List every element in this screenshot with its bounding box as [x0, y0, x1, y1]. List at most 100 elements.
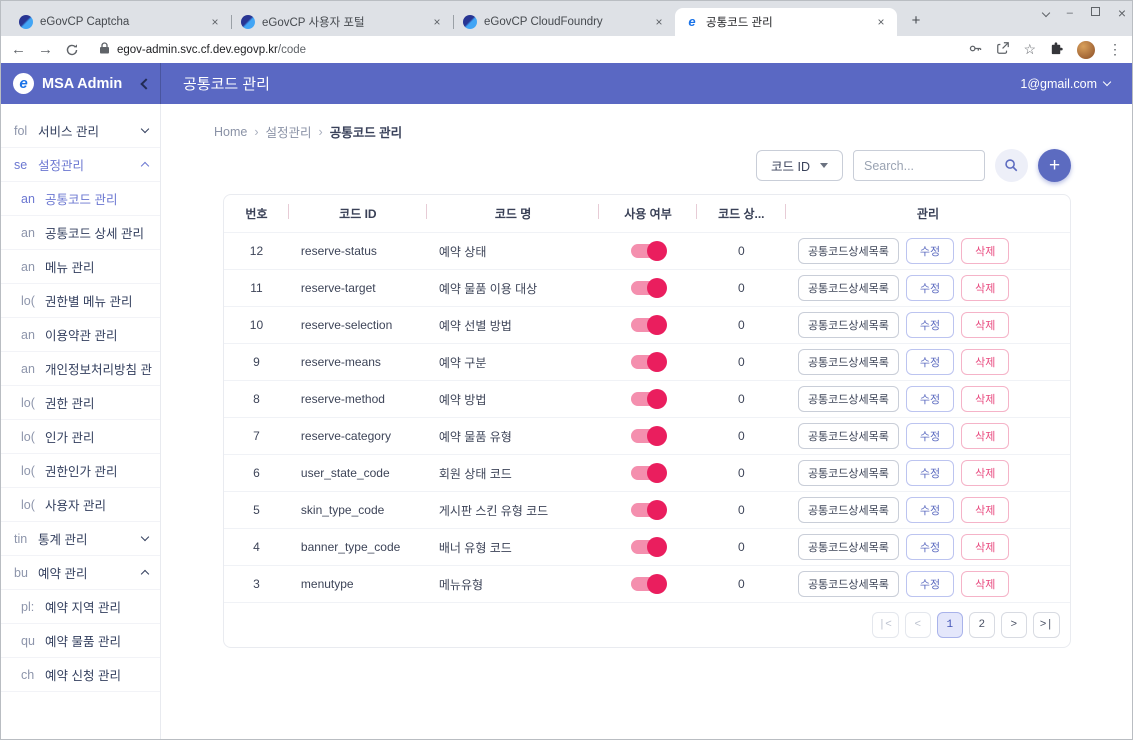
share-icon[interactable]: [996, 41, 1010, 58]
tab-close-icon[interactable]: ×: [651, 14, 667, 30]
search-button[interactable]: [995, 149, 1028, 182]
table-row: 10reserve-selection예약 선별 방법0공통코드상세목록수정삭제: [224, 307, 1070, 344]
next-page-button[interactable]: >: [1001, 612, 1027, 638]
use-toggle-on[interactable]: [631, 503, 664, 517]
browser-tab[interactable]: eGovCP 사용자 포털×: [231, 8, 453, 36]
cell-use-toggle: [599, 418, 696, 455]
delete-button[interactable]: 삭제: [961, 349, 1009, 375]
tab-search-chevron-icon[interactable]: [1043, 7, 1049, 19]
forward-icon[interactable]: →: [38, 41, 53, 58]
detail-list-button[interactable]: 공통코드상세목록: [798, 275, 899, 301]
tab-close-icon[interactable]: ×: [207, 14, 223, 30]
use-toggle-on[interactable]: [631, 355, 664, 369]
lock-icon[interactable]: [99, 42, 110, 57]
cell-no: 3: [224, 566, 289, 603]
sidebar-item-공통코드-상세-관리[interactable]: an공통코드 상세 관리: [1, 216, 160, 250]
delete-button[interactable]: 삭제: [961, 460, 1009, 486]
use-toggle-on[interactable]: [631, 429, 664, 443]
browser-tab[interactable]: eGovCP Captcha×: [9, 8, 231, 36]
page-1-button[interactable]: 1: [937, 612, 963, 638]
delete-button[interactable]: 삭제: [961, 386, 1009, 412]
sidebar-collapse-icon[interactable]: [140, 78, 151, 89]
edit-button[interactable]: 수정: [906, 386, 954, 412]
use-toggle-on[interactable]: [631, 392, 664, 406]
detail-list-button[interactable]: 공통코드상세목록: [798, 497, 899, 523]
sidebar-item-예약-지역-관리[interactable]: pl:예약 지역 관리: [1, 590, 160, 624]
sidebar-item-사용자-관리[interactable]: lo(사용자 관리: [1, 488, 160, 522]
url-text[interactable]: egov-admin.svc.cf.dev.egovp.kr/code: [117, 44, 306, 56]
breadcrumb-home[interactable]: Home: [214, 125, 247, 139]
edit-button[interactable]: 수정: [906, 571, 954, 597]
delete-button[interactable]: 삭제: [961, 534, 1009, 560]
sidebar-item-설정관리[interactable]: se설정관리: [1, 148, 160, 182]
detail-list-button[interactable]: 공통코드상세목록: [798, 238, 899, 264]
sidebar-item-권한-관리[interactable]: lo(권한 관리: [1, 386, 160, 420]
sidebar-item-예약-신청-관리[interactable]: ch예약 신청 관리: [1, 658, 160, 692]
sidebar-item-공통코드-관리[interactable]: an공통코드 관리: [1, 182, 160, 216]
page-2-button[interactable]: 2: [969, 612, 995, 638]
breadcrumb-settings[interactable]: 설정관리: [266, 122, 312, 141]
sidebar-item-개인정보처리방침-관[interactable]: an개인정보처리방침 관: [1, 352, 160, 386]
user-menu[interactable]: 1@gmail.com: [1020, 77, 1110, 91]
detail-list-button[interactable]: 공통코드상세목록: [798, 386, 899, 412]
edit-button[interactable]: 수정: [906, 534, 954, 560]
sidebar-item-서비스-관리[interactable]: fol서비스 관리: [1, 114, 160, 148]
edit-button[interactable]: 수정: [906, 497, 954, 523]
edit-button[interactable]: 수정: [906, 423, 954, 449]
chevron-down-icon: [141, 125, 149, 133]
browser-tab[interactable]: e공통코드 관리×: [675, 8, 897, 36]
edit-button[interactable]: 수정: [906, 238, 954, 264]
use-toggle-on[interactable]: [631, 577, 664, 591]
detail-list-button[interactable]: 공통코드상세목록: [798, 534, 899, 560]
use-toggle-on[interactable]: [631, 540, 664, 554]
edit-button[interactable]: 수정: [906, 275, 954, 301]
menu-dots-icon[interactable]: ⋮: [1108, 41, 1122, 58]
use-toggle-on[interactable]: [631, 281, 664, 295]
delete-button[interactable]: 삭제: [961, 312, 1009, 338]
sidebar-item-예약-물품-관리[interactable]: qu예약 물품 관리: [1, 624, 160, 658]
sidebar-item-이용약관-관리[interactable]: an이용약관 관리: [1, 318, 160, 352]
profile-avatar[interactable]: [1077, 41, 1095, 59]
edit-button[interactable]: 수정: [906, 349, 954, 375]
reload-icon[interactable]: [65, 43, 79, 57]
maximize-button[interactable]: [1091, 7, 1100, 19]
delete-button[interactable]: 삭제: [961, 238, 1009, 264]
close-button[interactable]: ×: [1118, 5, 1126, 21]
table-row: 6user_state_code회원 상태 코드0공통코드상세목록수정삭제: [224, 455, 1070, 492]
delete-button[interactable]: 삭제: [961, 571, 1009, 597]
tab-close-icon[interactable]: ×: [873, 14, 889, 30]
search-input[interactable]: [853, 150, 985, 181]
detail-list-button[interactable]: 공통코드상세목록: [798, 312, 899, 338]
sidebar-item-메뉴-관리[interactable]: an메뉴 관리: [1, 250, 160, 284]
sidebar-item-권한인가-관리[interactable]: lo(권한인가 관리: [1, 454, 160, 488]
edit-button[interactable]: 수정: [906, 460, 954, 486]
use-toggle-on[interactable]: [631, 318, 664, 332]
edit-button[interactable]: 수정: [906, 312, 954, 338]
address-bar[interactable]: egov-admin.svc.cf.dev.egovp.kr/code: [91, 42, 956, 57]
browser-tab[interactable]: eGovCP CloudFoundry×: [453, 8, 675, 36]
use-toggle-on[interactable]: [631, 466, 664, 480]
tab-close-icon[interactable]: ×: [429, 14, 445, 30]
use-toggle-on[interactable]: [631, 244, 664, 258]
detail-list-button[interactable]: 공통코드상세목록: [798, 460, 899, 486]
delete-button[interactable]: 삭제: [961, 497, 1009, 523]
delete-button[interactable]: 삭제: [961, 275, 1009, 301]
last-page-button[interactable]: >|: [1033, 612, 1060, 638]
new-tab-button[interactable]: +: [903, 8, 929, 34]
delete-button[interactable]: 삭제: [961, 423, 1009, 449]
detail-list-button[interactable]: 공통코드상세목록: [798, 349, 899, 375]
minimize-button[interactable]: –: [1067, 7, 1073, 19]
sidebar-item-예약-관리[interactable]: bu예약 관리: [1, 556, 160, 590]
sidebar-item-통계-관리[interactable]: tin통계 관리: [1, 522, 160, 556]
add-code-button[interactable]: +: [1038, 149, 1071, 182]
sidebar-item-권한별-메뉴-관리[interactable]: lo(권한별 메뉴 관리: [1, 284, 160, 318]
menu-ligature-icon: an: [21, 192, 38, 206]
bookmark-star-icon[interactable]: ☆: [1023, 41, 1036, 58]
detail-list-button[interactable]: 공통코드상세목록: [798, 423, 899, 449]
extensions-puzzle-icon[interactable]: [1049, 41, 1064, 59]
sidebar-item-인가-관리[interactable]: lo(인가 관리: [1, 420, 160, 454]
filter-field-dropdown[interactable]: 코드 ID: [756, 150, 843, 181]
back-icon[interactable]: ←: [11, 41, 26, 58]
password-key-icon[interactable]: [968, 41, 983, 59]
detail-list-button[interactable]: 공통코드상세목록: [798, 571, 899, 597]
